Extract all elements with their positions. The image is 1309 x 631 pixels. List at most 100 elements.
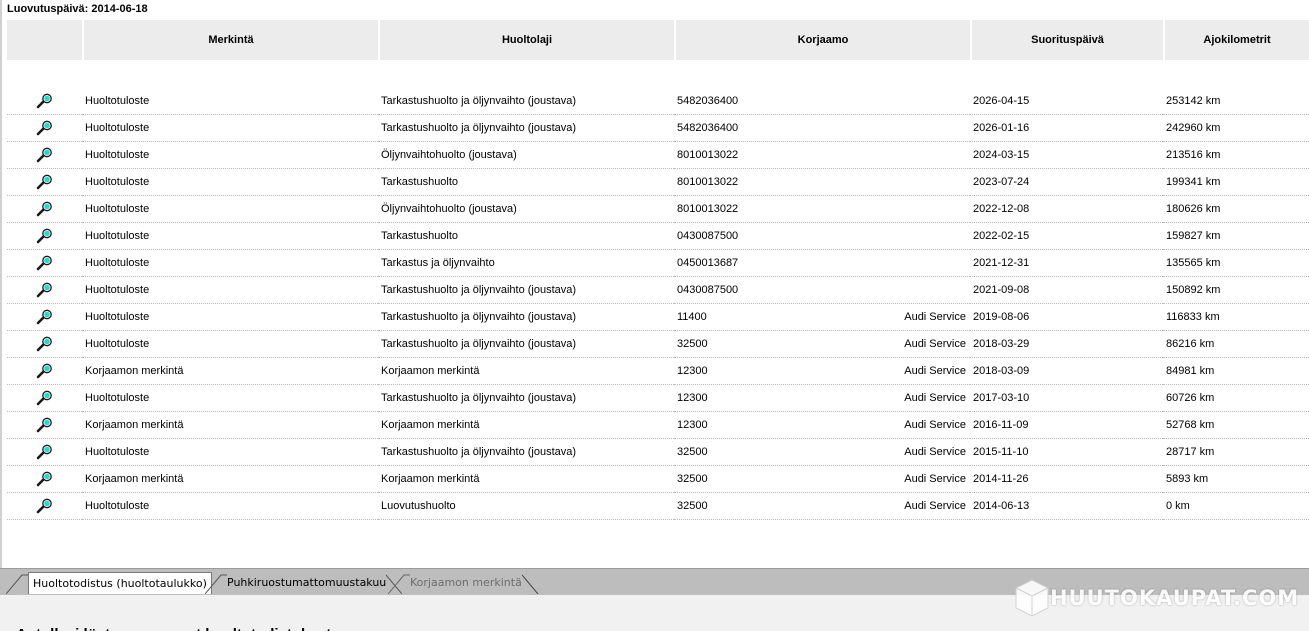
row-action-cell <box>7 277 82 304</box>
cell-suorituspaiva: 2018-03-09 <box>970 358 1163 385</box>
cell-ajokilometrit: 84981 km <box>1163 358 1309 385</box>
magnifier-icon[interactable] <box>36 498 54 514</box>
row-action-cell <box>7 493 82 520</box>
korjaamo-code: 11400 <box>677 311 707 323</box>
korjaamo-code: 12300 <box>677 419 708 431</box>
tab-huoltotodistus[interactable]: Huoltotodistus (huoltotaulukko) <box>6 572 212 594</box>
cell-ajokilometrit: 28717 km <box>1163 439 1309 466</box>
magnifier-icon[interactable] <box>36 444 54 460</box>
table-row[interactable]: Huoltotuloste Tarkastushuolto ja öljynvai… <box>7 304 1309 331</box>
cell-suorituspaiva: 2015-11-10 <box>970 439 1163 466</box>
magnifier-icon[interactable] <box>36 417 54 433</box>
magnifier-icon[interactable] <box>36 282 54 298</box>
row-action-cell <box>7 466 82 493</box>
magnifier-icon[interactable] <box>36 471 54 487</box>
korjaamo-name: Audi Service <box>904 311 966 323</box>
cell-ajokilometrit: 180626 km <box>1163 196 1309 223</box>
table-row[interactable]: Korjaamon merkintä Korjaamon merkintä 1230… <box>7 412 1309 439</box>
header-huoltolaji[interactable]: Huoltolaji <box>378 20 674 60</box>
magnifier-icon[interactable] <box>36 93 54 109</box>
header-suorituspaiva[interactable]: Suorituspäivä <box>970 20 1163 60</box>
magnifier-icon[interactable] <box>36 255 54 271</box>
cell-merkinta: Huoltotuloste <box>82 304 378 331</box>
korjaamo-code: 12300 <box>677 365 708 377</box>
tab-puhkiruostumattomuustakuu[interactable]: Puhkiruostumattomuustakuu <box>205 572 403 594</box>
cell-korjaamo: 0430087500 <box>674 277 970 304</box>
table-row[interactable]: Huoltotuloste Tarkastushuolto ja öljynvai… <box>7 277 1309 304</box>
table-row[interactable]: Korjaamon merkintä Korjaamon merkintä 1230… <box>7 358 1309 385</box>
header-merkinta[interactable]: Merkintä <box>82 20 378 60</box>
header-korjaamo[interactable]: Korjaamo <box>674 20 970 60</box>
magnifier-icon[interactable] <box>36 174 54 190</box>
magnifier-icon[interactable] <box>36 147 54 163</box>
table-row[interactable]: Huoltotuloste Tarkastushuolto 0430087500 20… <box>7 223 1309 250</box>
magnifier-icon[interactable] <box>36 336 54 352</box>
table-row[interactable]: Huoltotuloste Tarkastus ja öljynvaihto 045… <box>7 250 1309 277</box>
row-action-cell <box>7 223 82 250</box>
cell-merkinta: Korjaamon merkintä <box>82 466 378 493</box>
magnifier-icon[interactable] <box>36 201 54 217</box>
cell-suorituspaiva: 2014-11-26 <box>970 466 1163 493</box>
tab-edge-icon <box>521 574 539 594</box>
magnifier-icon[interactable] <box>36 228 54 244</box>
cell-merkinta: Huoltotuloste <box>82 142 378 169</box>
cell-korjaamo: 8010013022 <box>674 169 970 196</box>
tab-puhkiruostumattomuustakuu-label: Puhkiruostumattomuustakuu <box>227 576 387 589</box>
cell-korjaamo: 12300 Audi Service <box>674 385 970 412</box>
cell-merkinta: Huoltotuloste <box>82 439 378 466</box>
korjaamo-code: 5482036400 <box>677 95 739 107</box>
cell-suorituspaiva: 2026-01-16 <box>970 115 1163 142</box>
cell-merkinta: Huoltotuloste <box>82 277 378 304</box>
cell-ajokilometrit: 86216 km <box>1163 331 1309 358</box>
cell-ajokilometrit: 213516 km <box>1163 142 1309 169</box>
spacer-cell <box>7 60 1309 88</box>
magnifier-icon[interactable] <box>36 363 54 379</box>
cell-huoltolaji: Korjaamon merkintä <box>378 358 674 385</box>
magnifier-icon[interactable] <box>36 120 54 136</box>
magnifier-icon[interactable] <box>36 390 54 406</box>
table-row[interactable]: Huoltotuloste Tarkastushuolto 8010013022 20… <box>7 169 1309 196</box>
korjaamo-code: 0430087500 <box>677 284 739 296</box>
table-row[interactable]: Huoltotuloste Tarkastushuolto ja öljynvai… <box>7 439 1309 466</box>
cell-korjaamo: 11400 Audi Service <box>674 304 970 331</box>
cell-korjaamo: 0450013687 <box>674 250 970 277</box>
cell-ajokilometrit: 159827 km <box>1163 223 1309 250</box>
cell-korjaamo: 8010013022 <box>674 142 970 169</box>
tab-huoltotodistus-label: Huoltotodistus (huoltotaulukko) <box>28 572 212 594</box>
cell-merkinta: Korjaamon merkintä <box>82 358 378 385</box>
watermark-cube-icon <box>1015 579 1049 617</box>
cell-suorituspaiva: 2023-07-24 <box>970 169 1163 196</box>
cell-korjaamo: 5482036400 <box>674 88 970 115</box>
tab-edge-icon <box>388 574 410 594</box>
cell-merkinta: Huoltotuloste <box>82 223 378 250</box>
cell-ajokilometrit: 0 km <box>1163 493 1309 520</box>
table-row[interactable]: Huoltotuloste Luovutushuolto 32500 Audi Ser… <box>7 493 1309 520</box>
table-row[interactable]: Huoltotuloste Tarkastushuolto ja öljynvai… <box>7 331 1309 358</box>
table-row[interactable]: Korjaamon merkintä Korjaamon merkintä 3250… <box>7 466 1309 493</box>
korjaamo-code: 8010013022 <box>677 149 739 161</box>
cell-suorituspaiva: 2017-03-10 <box>970 385 1163 412</box>
cell-suorituspaiva: 2026-04-15 <box>970 88 1163 115</box>
table-spacer-row <box>7 60 1309 88</box>
tab-edge-icon <box>6 574 28 594</box>
left-border <box>0 0 2 568</box>
cell-merkinta: Huoltotuloste <box>82 250 378 277</box>
header-ajokilometrit[interactable]: Ajokilometrit <box>1163 20 1309 60</box>
tab-edge-icon <box>205 574 227 594</box>
table-row[interactable]: Huoltotuloste Tarkastushuolto ja öljynvai… <box>7 385 1309 412</box>
table-row[interactable]: Huoltotuloste Tarkastushuolto ja öljynvai… <box>7 115 1309 142</box>
table-row[interactable]: Huoltotuloste Öljynvaihtohuolto (joustava… <box>7 142 1309 169</box>
cell-merkinta: Huoltotuloste <box>82 331 378 358</box>
cell-huoltolaji: Tarkastushuolto <box>378 169 674 196</box>
table-row[interactable]: Huoltotuloste Öljynvaihtohuolto (joustava… <box>7 196 1309 223</box>
cell-korjaamo: 12300 Audi Service <box>674 358 970 385</box>
cell-merkinta: Huoltotuloste <box>82 196 378 223</box>
table-header-row: Merkintä Huoltolaji Korjaamo Suorituspäi… <box>7 20 1309 60</box>
korjaamo-code: 8010013022 <box>677 176 739 188</box>
tab-korjaamon-merkinta[interactable]: Korjaamon merkintä <box>388 572 539 594</box>
row-action-cell <box>7 169 82 196</box>
cell-korjaamo: 32500 Audi Service <box>674 439 970 466</box>
table-row[interactable]: Huoltotuloste Tarkastushuolto ja öljynvai… <box>7 88 1309 115</box>
cell-merkinta: Huoltotuloste <box>82 169 378 196</box>
magnifier-icon[interactable] <box>36 309 54 325</box>
